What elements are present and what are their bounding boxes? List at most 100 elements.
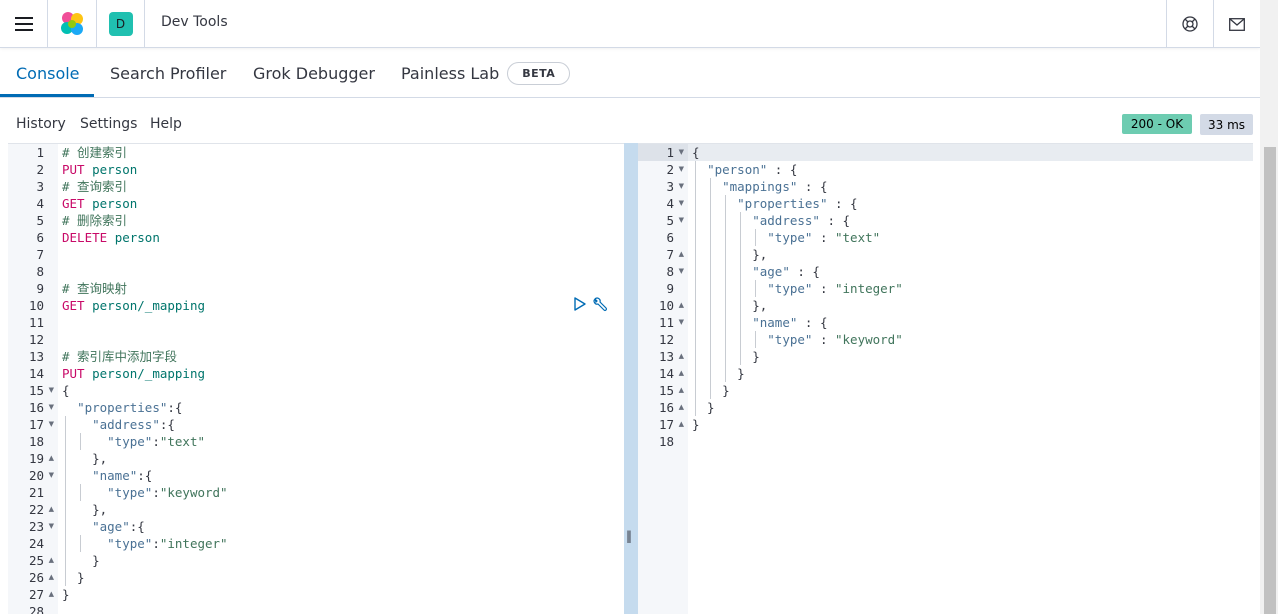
request-code-line: # 删除索引 [62,212,127,229]
request-token: "keyword" [159,485,228,500]
fold-close-icon[interactable]: ▲ [49,552,54,569]
fold-close-icon[interactable]: ▲ [679,348,684,365]
fold-open-icon[interactable]: ▼ [49,416,54,433]
request-code[interactable]: # 创建索引 PUT person # 查询索引 GET person # 删除索引 DE… [58,144,624,614]
request-token: "integer" [159,536,228,551]
response-gutter: 1 ▼ 2 ▼ 3 ▼ 4 ▼ 5 ▼ 6 7 ▲ 8 ▼ 9 10 ▲ 11 ▼ 12 13 ▲ 14 ▲ 15 ▲ 16 ▲ 17 ▲ 1… [638,144,688,614]
request-code-line: "properties":{ [62,399,182,416]
request-line-number: 16 [28,400,44,415]
fold-close-icon[interactable]: ▲ [49,501,54,518]
request-token [62,536,107,551]
response-code[interactable]: { "person" : { "mappings" : { "propertie… [688,144,1253,614]
fold-open-icon[interactable]: ▼ [679,212,684,229]
indent-guide [80,535,81,552]
fold-close-icon[interactable]: ▲ [679,382,684,399]
send-request-icon[interactable] [573,297,587,311]
page-scrollbar-thumb[interactable] [1264,147,1276,614]
fold-open-icon[interactable]: ▼ [679,314,684,331]
help-menu-button[interactable] [1166,0,1214,48]
response-code-line: "person" : { [692,161,797,178]
indent-guide [80,433,81,450]
fold-close-icon[interactable]: ▲ [679,416,684,433]
newsfeed-button[interactable] [1214,0,1260,48]
request-line-number: 1 [36,145,44,160]
pane-resizer[interactable] [624,143,638,614]
fold-close-icon[interactable]: ▲ [679,297,684,314]
request-line-number: 21 [28,485,44,500]
request-line-number: 17 [28,417,44,432]
response-token: "type" [767,230,813,245]
request-token: : [152,536,160,551]
request-token: }, [62,502,108,517]
fold-close-icon[interactable]: ▲ [679,399,684,416]
request-time-badge: 33 ms [1200,114,1253,135]
wrench-icon[interactable] [592,297,608,313]
fold-open-icon[interactable]: ▼ [679,195,684,212]
response-token: "keyword" [835,332,903,347]
request-token [107,230,115,245]
menu-button[interactable] [0,0,48,48]
fold-close-icon[interactable]: ▲ [679,365,684,382]
request-code-line: DELETE person [62,229,160,246]
request-token: # 查询索引 [62,179,128,194]
request-code-line: PUT person [62,161,137,178]
response-token: { [692,145,700,160]
request-token: person/_mapping [92,366,205,381]
history-button[interactable]: History [16,116,66,132]
request-token: "properties" [77,400,168,415]
response-token: "text" [835,230,881,245]
request-line-number: 28 [28,604,44,614]
tab-search-profiler[interactable]: Search Profiler [110,49,226,97]
response-token: : [812,230,835,245]
request-code-line: } [62,552,100,569]
fold-open-icon[interactable]: ▼ [679,161,684,178]
newsfeed-icon [1229,17,1245,31]
fold-open-icon[interactable]: ▼ [49,518,54,535]
request-line-number: 20 [28,468,44,483]
request-token: : [152,485,160,500]
response-code-line: }, [692,297,767,314]
response-token: : { [819,213,851,228]
fold-open-icon[interactable]: ▼ [49,467,54,484]
request-editor[interactable]: 1 2 3 4 5 6 7 8 9 10 11 12 13 14 15 ▼ 16 ▼ 17 ▼ 18 19 ▲ 20 ▼ 21 22… [8,143,624,614]
response-token: : [812,281,835,296]
fold-open-icon[interactable]: ▼ [679,178,684,195]
response-token: : { [827,196,858,211]
request-token [62,400,77,415]
request-line-number: 26 [28,570,44,585]
request-token: person/_mapping [92,298,205,313]
fold-open-icon[interactable]: ▼ [49,382,54,399]
fold-open-icon[interactable]: ▼ [679,144,684,161]
response-line-number: 17 [658,417,674,432]
home-logo-link[interactable] [48,0,97,48]
fold-close-icon[interactable]: ▲ [49,586,54,603]
response-line-number: 15 [658,383,674,398]
request-code-line: } [62,586,70,603]
request-line-number: 15 [28,383,44,398]
fold-close-icon[interactable]: ▲ [49,450,54,467]
request-token: GET [62,298,85,313]
request-line-number: 27 [28,587,44,602]
help-button[interactable]: Help [150,116,182,132]
request-token: }, [62,451,108,466]
response-code-line: "name" : { [692,314,827,331]
request-token [85,298,93,313]
response-token: "age" [752,264,790,279]
fold-open-icon[interactable]: ▼ [679,263,684,280]
fold-open-icon[interactable]: ▼ [49,399,54,416]
response-token: } [692,366,745,381]
response-token: "person" [707,162,768,177]
request-code-line: # 查询索引 [62,178,127,195]
tab-painless-lab-label: Painless Lab [401,63,500,83]
settings-button[interactable]: Settings [80,116,137,132]
tab-console[interactable]: Console [16,49,80,97]
fold-close-icon[interactable]: ▲ [49,569,54,586]
fold-close-icon[interactable]: ▲ [679,246,684,263]
request-token: } [62,553,100,568]
tab-painless-lab[interactable]: Painless Lab BETA [401,49,571,97]
indent-guide [65,416,66,586]
space-selector[interactable]: D [97,0,145,48]
tab-grok-debugger[interactable]: Grok Debugger [253,49,375,97]
response-editor[interactable]: 1 ▼ 2 ▼ 3 ▼ 4 ▼ 5 ▼ 6 7 ▲ 8 ▼ 9 10 ▲ 11 ▼ 12 13 ▲ 14 ▲ 15 ▲ 16 ▲ 17 ▲ 1… [638,143,1253,614]
resizer-grip-icon[interactable]: ‖ [626,529,632,543]
